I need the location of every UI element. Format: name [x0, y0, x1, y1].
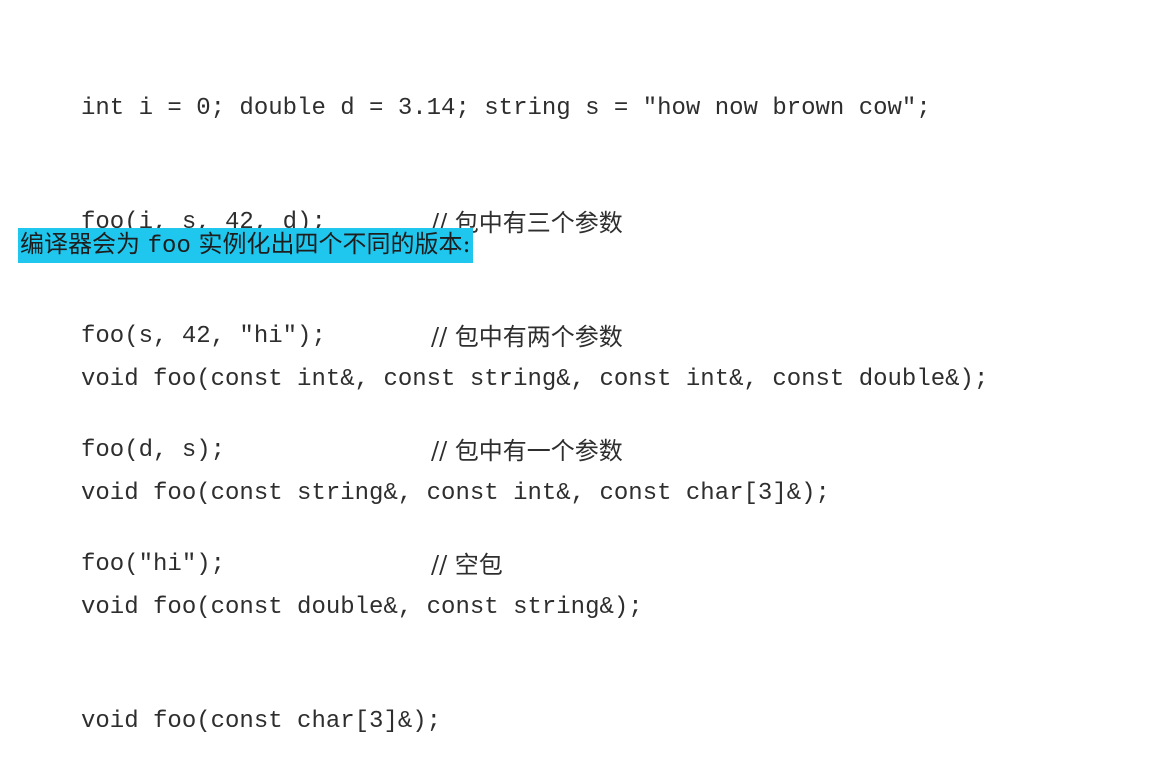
code-line-instantiation: void foo(const int&, const string&, cons…	[81, 361, 988, 399]
instantiation-text: void foo(const string&, const int&, cons…	[81, 480, 830, 507]
highlighted-sentence: 编译器会为 foo 实例化出四个不同的版本:	[18, 227, 473, 263]
prose-code-word: foo	[147, 232, 191, 260]
declaration-text: int i = 0; double d = 3.14; string s = "…	[81, 95, 931, 122]
code-block-instantiations: void foo(const int&, const string&, cons…	[81, 285, 988, 779]
prose-paragraph: 编译器会为 foo 实例化出四个不同的版本:	[18, 227, 473, 263]
instantiation-text: void foo(const double&, const string&);	[81, 594, 643, 621]
code-line-instantiation: void foo(const char[3]&);	[81, 703, 988, 741]
prose-text-before: 编译器会为	[20, 229, 148, 258]
instantiation-text: void foo(const char[3]&);	[81, 708, 442, 735]
instantiation-text: void foo(const int&, const string&, cons…	[81, 366, 989, 393]
code-line-declaration: int i = 0; double d = 3.14; string s = "…	[81, 90, 931, 128]
code-line-instantiation: void foo(const double&, const string&);	[81, 589, 988, 627]
code-line-instantiation: void foo(const string&, const int&, cons…	[81, 475, 988, 513]
prose-text-after: 实例化出四个不同的版本:	[190, 229, 471, 258]
